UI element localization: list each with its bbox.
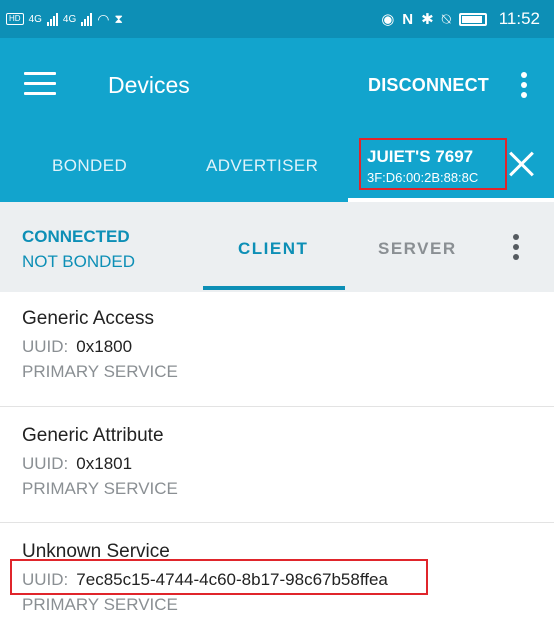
list-item[interactable]: Generic Access UUID: 0x1800 PRIMARY SERVI… — [0, 292, 554, 407]
uuid-label: UUID: — [22, 454, 69, 473]
more-vert-icon[interactable] — [504, 232, 528, 262]
network-type-2: 4G — [62, 13, 77, 25]
tab-client[interactable]: CLIENT — [238, 239, 308, 259]
uuid-highlight-box — [10, 559, 428, 595]
tab-bonded[interactable]: BONDED — [52, 156, 127, 176]
connection-state: CONNECTED — [22, 227, 130, 246]
service-name: Generic Access — [22, 308, 154, 329]
service-uuid: UUID: 0x1801 — [22, 454, 132, 474]
service-list: Generic Access UUID: 0x1800 PRIMARY SERVI… — [0, 292, 554, 629]
service-type: PRIMARY SERVICE — [22, 362, 178, 381]
uuid-label: UUID: — [22, 337, 69, 356]
bond-state: NOT BONDED — [22, 252, 136, 271]
page-title: Devices — [108, 72, 190, 98]
clock: 11:52 — [498, 9, 540, 28]
app-toolbar: Devices DISCONNECT — [0, 38, 554, 130]
client-tab-indicator — [203, 286, 345, 290]
service-name: Generic Attribute — [22, 425, 164, 446]
network-type-1: 4G — [28, 13, 42, 25]
connection-bar: CONNECTED NOT BONDED CLIENT SERVER — [0, 202, 554, 292]
hourglass-icon: ⧗ — [114, 11, 123, 26]
signal-icon — [46, 12, 58, 26]
tab-active-device[interactable]: JUIET'S 7697 3F:D6:00:2B:88:8C — [359, 138, 507, 190]
close-icon[interactable] — [508, 150, 536, 178]
disconnect-button[interactable]: DISCONNECT — [368, 75, 489, 96]
list-item[interactable]: Generic Attribute UUID: 0x1801 PRIMARY SE… — [0, 407, 554, 523]
bluetooth-icon: ✱ — [421, 11, 434, 28]
service-uuid: UUID: 0x1800 — [22, 337, 132, 357]
uuid-value: 0x1800 — [76, 337, 133, 356]
service-type: PRIMARY SERVICE — [22, 595, 178, 614]
mute-icon: ⍉ — [441, 10, 451, 28]
eye-icon: ◉ — [381, 11, 395, 28]
wifi-icon: ◠ — [97, 10, 110, 27]
hamburger-menu-icon[interactable] — [24, 72, 56, 96]
uuid-value: 0x1801 — [76, 454, 133, 473]
device-address: 3F:D6:00:2B:88:8C — [367, 170, 479, 185]
nfc-icon: N — [402, 10, 414, 28]
device-name: JUIET'S 7697 — [367, 147, 474, 166]
status-bar: HD 4G 4G ◠ ⧗ ◉ N ✱ ⍉ 11:52 — [0, 0, 554, 38]
hd-badge: HD — [6, 13, 24, 25]
device-tabs: BONDED ADVERTISER JUIET'S 7697 3F:D6:00:… — [0, 130, 554, 202]
tab-server[interactable]: SERVER — [378, 239, 457, 259]
tab-advertiser[interactable]: ADVERTISER — [206, 156, 318, 176]
status-bar-right: ◉ N ✱ ⍉ 11:52 — [381, 6, 540, 32]
status-bar-left: HD 4G 4G ◠ ⧗ — [6, 6, 123, 32]
service-type: PRIMARY SERVICE — [22, 479, 178, 498]
battery-icon — [458, 12, 487, 26]
signal-icon-2 — [81, 12, 93, 26]
more-vert-icon[interactable] — [512, 70, 536, 100]
